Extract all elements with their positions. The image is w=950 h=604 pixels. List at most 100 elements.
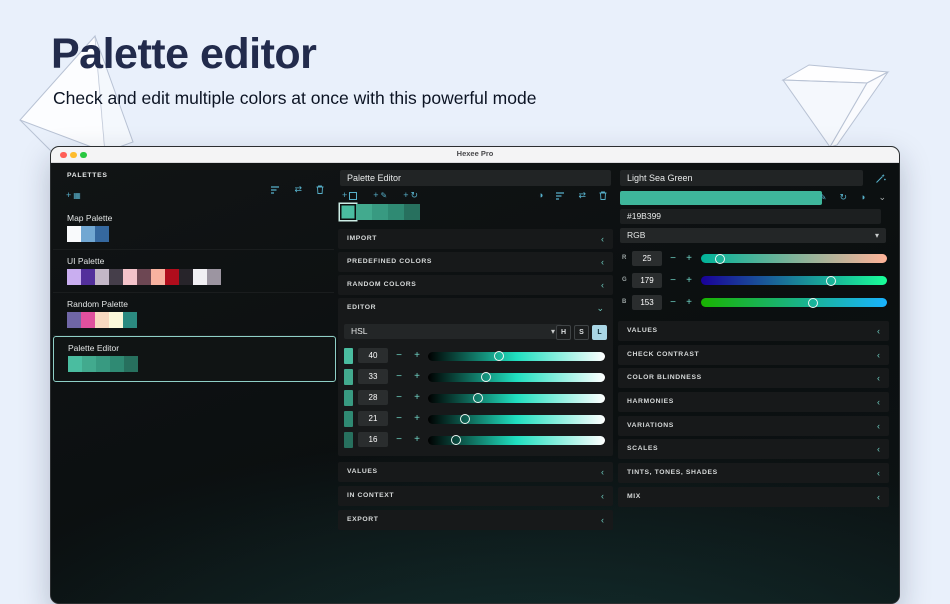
color-swatch[interactable] (344, 390, 353, 406)
channel-value-input[interactable]: 25 (632, 251, 662, 266)
color-swatch[interactable] (356, 204, 372, 220)
slider-handle[interactable] (481, 372, 492, 382)
color-swatch[interactable] (372, 204, 388, 220)
add-random-color-button[interactable]: + ↻ (403, 191, 418, 200)
color-swatch[interactable] (388, 204, 404, 220)
red-slider-track[interactable] (701, 253, 887, 264)
add-color-button[interactable]: + (342, 191, 358, 200)
lightness-slider-track[interactable] (428, 414, 605, 424)
lightness-value-input[interactable]: 16 (358, 432, 388, 447)
delete-color-button[interactable] (599, 191, 607, 200)
section-variations[interactable]: VARIATIONS ‹ (618, 416, 889, 436)
color-swatch[interactable] (344, 369, 353, 385)
increment-button[interactable]: + (412, 390, 422, 405)
decrement-button[interactable]: − (394, 348, 404, 363)
section-editor-header[interactable]: EDITOR ⌄ (338, 298, 613, 318)
toggle-saturation-button[interactable]: S (574, 325, 589, 340)
color-swatch[interactable] (344, 432, 353, 448)
sort-palettes-button[interactable] (271, 185, 280, 194)
increment-button[interactable]: + (412, 348, 422, 363)
color-swatch[interactable] (95, 269, 109, 285)
color-swatch[interactable] (404, 204, 420, 220)
slider-handle[interactable] (472, 393, 483, 403)
color-swatch[interactable] (109, 269, 123, 285)
decrement-button[interactable]: − (394, 369, 404, 384)
increment-button[interactable]: + (412, 411, 422, 426)
color-swatch[interactable] (340, 204, 356, 220)
color-swatch[interactable] (68, 356, 82, 372)
add-color-picker-button[interactable]: + ✎ (373, 191, 387, 200)
palette-item-random[interactable]: Random Palette (53, 293, 334, 336)
decrement-button[interactable]: − (668, 295, 678, 310)
color-swatch[interactable] (96, 356, 110, 372)
green-slider-track[interactable] (701, 275, 887, 286)
hex-value-input[interactable]: #19B399 (620, 209, 881, 224)
lightness-value-input[interactable]: 40 (358, 348, 388, 363)
toggle-hue-button[interactable]: H (556, 325, 571, 340)
palette-item-map[interactable]: Map Palette (53, 207, 334, 250)
color-swatch[interactable] (81, 269, 95, 285)
refresh-color-button[interactable]: ↻ (839, 193, 847, 202)
lightness-slider-track[interactable] (428, 393, 605, 403)
increment-button[interactable]: + (412, 369, 422, 384)
increment-button[interactable]: + (684, 251, 694, 266)
color-swatch[interactable] (109, 312, 123, 328)
lightness-value-input[interactable]: 28 (358, 390, 388, 405)
slider-handle[interactable] (493, 351, 504, 361)
color-swatch[interactable] (81, 226, 95, 242)
lightness-value-input[interactable]: 33 (358, 369, 388, 384)
contrast-button[interactable]: ◑ (538, 191, 543, 200)
color-swatch[interactable] (82, 356, 96, 372)
current-color-swatch[interactable] (620, 191, 822, 205)
color-swatch[interactable] (67, 312, 81, 328)
window-titlebar[interactable]: Hexee Pro (51, 147, 899, 163)
channel-value-input[interactable]: 179 (632, 273, 662, 288)
section-mix[interactable]: MIX ‹ (618, 487, 889, 507)
color-swatch[interactable] (67, 226, 81, 242)
color-swatch[interactable] (123, 312, 137, 328)
slider-handle[interactable] (451, 435, 462, 445)
decrement-button[interactable]: − (394, 390, 404, 405)
channel-value-input[interactable]: 153 (632, 295, 662, 310)
decrement-button[interactable]: − (394, 432, 404, 447)
eyedropper-button[interactable]: ✎ (820, 193, 827, 202)
section-in-context[interactable]: IN CONTEXT ‹ (338, 486, 613, 506)
color-swatch[interactable] (137, 269, 151, 285)
increment-button[interactable]: + (684, 273, 694, 288)
lightness-value-input[interactable]: 21 (358, 411, 388, 426)
lightness-slider-track[interactable] (428, 372, 605, 382)
color-model-select[interactable]: RGB ▾ (620, 228, 886, 243)
section-harmonies[interactable]: HARMONIES ‹ (618, 392, 889, 412)
color-swatch[interactable] (344, 348, 353, 364)
color-swatch[interactable] (123, 269, 137, 285)
section-check-contrast[interactable]: CHECK CONTRAST ‹ (618, 345, 889, 365)
lightness-slider-track[interactable] (428, 351, 605, 361)
editor-mode-select[interactable]: HSL ▾ (344, 324, 562, 339)
section-values[interactable]: VALUES ‹ (338, 462, 613, 482)
toggle-lightness-button[interactable]: L (592, 325, 607, 340)
increment-button[interactable]: + (412, 432, 422, 447)
expand-color-button[interactable]: ⌄ (878, 193, 886, 202)
section-import[interactable]: IMPORT ‹ (338, 229, 613, 249)
color-swatch[interactable] (193, 269, 207, 285)
section-predefined-colors[interactable]: PREDEFINED COLORS ‹ (338, 252, 613, 272)
contrast-color-button[interactable]: ◑ (860, 193, 865, 202)
section-tints-tones-shades[interactable]: TINTS, TONES, SHADES ‹ (618, 463, 889, 483)
add-palette-button[interactable]: + ▦ (66, 191, 81, 200)
decrement-button[interactable]: − (668, 273, 678, 288)
color-swatch[interactable] (124, 356, 138, 372)
palette-item-ui[interactable]: UI Palette (53, 250, 334, 293)
section-color-blindness[interactable]: COLOR BLINDNESS ‹ (618, 368, 889, 388)
blue-slider-track[interactable] (701, 297, 887, 308)
slider-handle[interactable] (807, 297, 818, 308)
swap-palettes-button[interactable]: ⇄ (294, 185, 302, 194)
color-swatch[interactable] (151, 269, 165, 285)
palette-item-palette-editor[interactable]: Palette Editor (53, 336, 336, 382)
section-random-colors[interactable]: RANDOM COLORS ‹ (338, 275, 613, 295)
section-values[interactable]: VALUES ‹ (618, 321, 889, 341)
slider-handle[interactable] (826, 275, 837, 286)
color-swatch[interactable] (95, 226, 109, 242)
delete-palette-button[interactable] (316, 185, 324, 194)
section-scales[interactable]: SCALES ‹ (618, 439, 889, 459)
color-swatch[interactable] (207, 269, 221, 285)
